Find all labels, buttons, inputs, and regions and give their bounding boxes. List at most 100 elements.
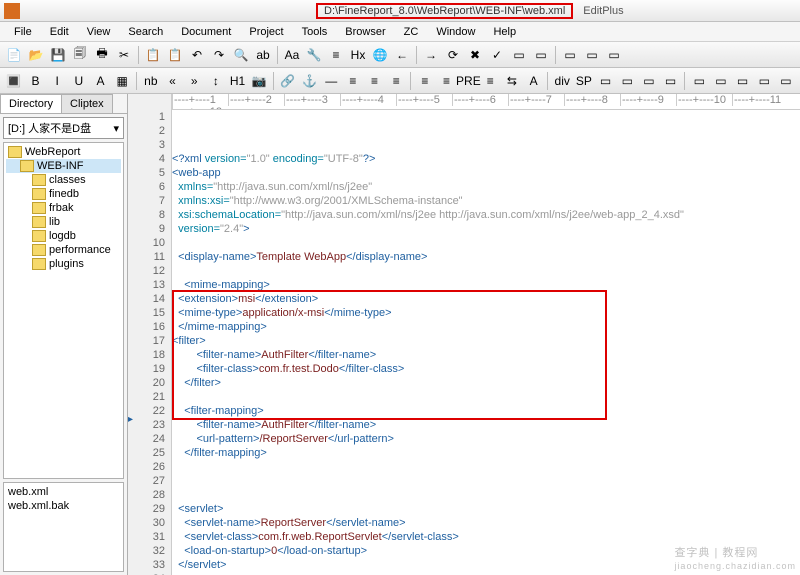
code-line[interactable]: <filter-class>com.fr.test.Dodo</filter-c… <box>172 362 800 376</box>
toolbar-button-7[interactable]: 📋 <box>165 45 185 65</box>
toolbar-button-25[interactable]: SP <box>574 71 594 91</box>
folder-tree[interactable]: WebReportWEB-INFclassesfinedbfrbakliblog… <box>3 142 124 479</box>
code-line[interactable] <box>172 474 800 488</box>
code-line[interactable]: <filter-name>AuthFilter</filter-name> <box>172 348 800 362</box>
toolbar-button-0[interactable]: 📄 <box>4 45 24 65</box>
toolbar-button-25[interactable]: ▭ <box>582 45 602 65</box>
toolbar-button-13[interactable]: 🔧 <box>304 45 324 65</box>
code-line[interactable]: </filter> <box>172 376 800 390</box>
code-line[interactable] <box>172 236 800 250</box>
toolbar-button-20[interactable]: PRE <box>458 71 478 91</box>
menu-project[interactable]: Project <box>241 24 291 40</box>
menu-file[interactable]: File <box>6 24 40 40</box>
toolbar-button-23[interactable]: ▭ <box>531 45 551 65</box>
code-line[interactable] <box>172 488 800 502</box>
code-line[interactable]: </filter-mapping> <box>172 446 800 460</box>
toolbar-button-12[interactable]: Aa <box>282 45 302 65</box>
tree-item[interactable]: frbak <box>6 201 121 215</box>
code-line[interactable]: <url-pattern>/ReportServer</url-pattern> <box>172 432 800 446</box>
menu-window[interactable]: Window <box>428 24 483 40</box>
tab-cliptext[interactable]: Cliptex <box>61 94 113 113</box>
toolbar-button-7[interactable]: « <box>163 71 183 91</box>
toolbar-button-24[interactable]: div <box>552 71 572 91</box>
file-item[interactable]: web.xml <box>8 485 119 499</box>
toolbar-button-10[interactable]: H1 <box>228 71 248 91</box>
toolbar-button-32[interactable]: ▭ <box>733 71 753 91</box>
code-line[interactable]: xsi:schemaLocation="http://java.sun.com/… <box>172 208 800 222</box>
toolbar-button-0[interactable]: 🔳 <box>4 71 24 91</box>
toolbar-button-4[interactable]: 🖶 <box>92 45 112 65</box>
toolbar-button-20[interactable]: ✖ <box>465 45 485 65</box>
toolbar-button-3[interactable]: 🗐 <box>70 45 90 65</box>
toolbar-button-14[interactable]: ≡ <box>326 45 346 65</box>
tree-item[interactable]: lib <box>6 215 121 229</box>
toolbar-button-2[interactable]: 💾 <box>48 45 68 65</box>
toolbar-button-22[interactable]: ▭ <box>509 45 529 65</box>
toolbar-button-16[interactable]: ≡ <box>365 71 385 91</box>
code-line[interactable]: <web-app <box>172 166 800 180</box>
code-line[interactable]: <mime-mapping> <box>172 278 800 292</box>
tab-directory[interactable]: Directory <box>0 94 62 113</box>
toolbar-button-24[interactable]: ▭ <box>560 45 580 65</box>
file-item[interactable]: web.xml.bak <box>8 499 119 513</box>
code-line[interactable] <box>172 390 800 404</box>
code-line[interactable]: version="2.4"> <box>172 222 800 236</box>
toolbar-button-27[interactable]: ▭ <box>617 71 637 91</box>
code-line[interactable]: <?xml version="1.0" encoding="UTF-8"?> <box>172 152 800 166</box>
toolbar-button-19[interactable]: ≡ <box>437 71 457 91</box>
toolbar-button-14[interactable]: — <box>321 71 341 91</box>
drive-selector[interactable]: [D:] 人家不是D盘 ▾ <box>3 117 124 139</box>
tree-item[interactable]: WebReport <box>6 145 121 159</box>
toolbar-button-34[interactable]: ▭ <box>776 71 796 91</box>
tree-item[interactable]: plugins <box>6 257 121 271</box>
toolbar-button-1[interactable]: 📂 <box>26 45 46 65</box>
code-line[interactable]: <filter-name>AuthFilter</filter-name> <box>172 418 800 432</box>
code-line[interactable] <box>172 264 800 278</box>
toolbar-button-8[interactable]: » <box>184 71 204 91</box>
tree-item[interactable]: classes <box>6 173 121 187</box>
toolbar-button-18[interactable]: → <box>421 45 441 65</box>
code-line[interactable]: <display-name>Template WebApp</display-n… <box>172 250 800 264</box>
menu-help[interactable]: Help <box>485 24 524 40</box>
tree-item[interactable]: performance <box>6 243 121 257</box>
toolbar-button-3[interactable]: U <box>69 71 89 91</box>
code-editor[interactable]: ----+----1----+----2----+----3----+----4… <box>128 94 800 575</box>
toolbar-button-12[interactable]: 🔗 <box>278 71 298 91</box>
toolbar-button-11[interactable]: 📷 <box>249 71 269 91</box>
toolbar-button-10[interactable]: 🔍 <box>231 45 251 65</box>
menu-zc[interactable]: ZC <box>396 24 427 40</box>
code-line[interactable]: <filter-mapping> <box>172 404 800 418</box>
toolbar-button-31[interactable]: ▭ <box>711 71 731 91</box>
toolbar-button-28[interactable]: ▭ <box>639 71 659 91</box>
toolbar-button-23[interactable]: A <box>524 71 544 91</box>
toolbar-button-4[interactable]: A <box>91 71 111 91</box>
toolbar-button-26[interactable]: ▭ <box>596 71 616 91</box>
toolbar-button-29[interactable]: ▭ <box>661 71 681 91</box>
tree-item[interactable]: logdb <box>6 229 121 243</box>
code-line[interactable]: xmlns="http://java.sun.com/xml/ns/j2ee" <box>172 180 800 194</box>
toolbar-button-21[interactable]: ≡ <box>480 71 500 91</box>
toolbar-button-21[interactable]: ✓ <box>487 45 507 65</box>
menu-document[interactable]: Document <box>173 24 239 40</box>
menu-search[interactable]: Search <box>120 24 171 40</box>
menu-browser[interactable]: Browser <box>337 24 393 40</box>
toolbar-button-22[interactable]: ⇆ <box>502 71 522 91</box>
toolbar-button-17[interactable]: ← <box>392 45 412 65</box>
toolbar-button-1[interactable]: B <box>26 71 46 91</box>
code-line[interactable]: <servlet-class>com.fr.web.ReportServlet<… <box>172 530 800 544</box>
tree-item[interactable]: finedb <box>6 187 121 201</box>
toolbar-button-19[interactable]: ⟳ <box>443 45 463 65</box>
tree-item[interactable]: WEB-INF <box>6 159 121 173</box>
code-line[interactable]: <servlet-name>ReportServer</servlet-name… <box>172 516 800 530</box>
code-line[interactable] <box>172 460 800 474</box>
toolbar-button-8[interactable]: ↶ <box>187 45 207 65</box>
toolbar-button-5[interactable]: ▦ <box>112 71 132 91</box>
toolbar-button-16[interactable]: 🌐 <box>370 45 390 65</box>
toolbar-button-9[interactable]: ↕ <box>206 71 226 91</box>
toolbar-button-26[interactable]: ▭ <box>604 45 624 65</box>
menu-view[interactable]: View <box>79 24 119 40</box>
toolbar-button-9[interactable]: ↷ <box>209 45 229 65</box>
toolbar-button-30[interactable]: ▭ <box>689 71 709 91</box>
toolbar-button-15[interactable]: Hx <box>348 45 368 65</box>
file-list[interactable]: web.xmlweb.xml.bak <box>3 482 124 572</box>
